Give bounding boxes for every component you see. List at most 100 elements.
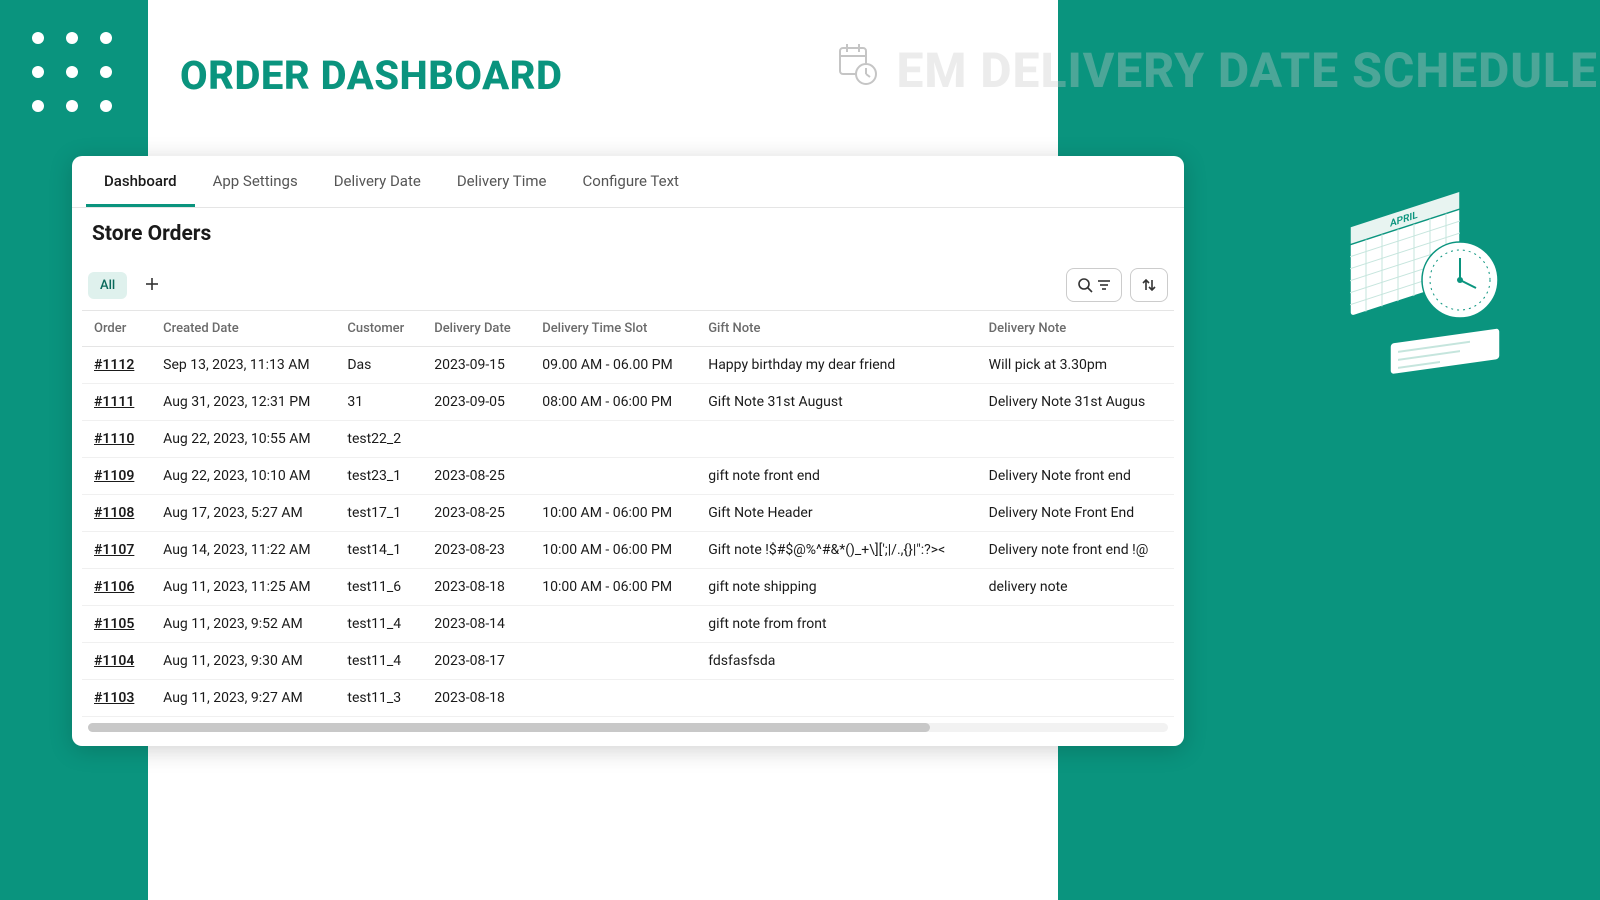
cell-customer: test11_3 [335,680,422,717]
cell-customer: Das [335,347,422,384]
table-row[interactable]: #1110 Aug 22, 2023, 10:55 AMtest22_2 [82,421,1174,458]
order-link[interactable]: #1105 [94,616,134,632]
cell-created: Sep 13, 2023, 11:13 AM [151,347,335,384]
cell-delivery-date: 2023-08-25 [422,495,530,532]
cell-time-slot [530,606,696,643]
table-row[interactable]: #1111Aug 31, 2023, 12:31 PM312023-09-050… [82,384,1174,421]
table-row[interactable]: #1112 Sep 13, 2023, 11:13 AMDas2023-09-15… [82,347,1174,384]
cell-delivery-note: Will pick at 3.30pm [977,347,1174,384]
horizontal-scrollbar[interactable] [88,723,1168,732]
cell-time-slot [530,680,696,717]
add-filter-button[interactable] [139,270,165,301]
cell-gift-note: Gift Note 31st August [696,384,976,421]
tab-app-settings[interactable]: App Settings [195,156,316,207]
order-link[interactable]: #1107 [94,542,134,558]
cell-delivery-note: Delivery Note Front End [977,495,1174,532]
section-title: Store Orders [72,208,1184,250]
cell-gift-note: gift note front end [696,458,976,495]
cell-customer: 31 [335,384,422,421]
tab-configure-text[interactable]: Configure Text [565,156,697,207]
col-customer[interactable]: Customer [335,311,422,347]
cell-customer: test17_1 [335,495,422,532]
col-created[interactable]: Created Date [151,311,335,347]
cell-created: Aug 11, 2023, 11:25 AM [151,569,335,606]
cell-delivery-note [977,421,1174,458]
tab-delivery-time[interactable]: Delivery Time [439,156,565,207]
cell-delivery-note: Delivery note front end !@ [977,532,1174,569]
calendar-clock-illustration: APRIL [1340,180,1520,384]
cell-time-slot: 10:00 AM - 06:00 PM [530,532,696,569]
order-link[interactable]: #1106 [94,579,134,595]
cell-delivery-date: 2023-08-18 [422,680,530,717]
order-link[interactable]: #1109 [94,468,134,484]
order-link[interactable]: #1104 [94,653,134,669]
page-title: ORDER DASHBOARD [180,52,562,99]
cell-delivery-date: 2023-08-14 [422,606,530,643]
cell-delivery-note: Delivery Note front end [977,458,1174,495]
table-row[interactable]: #1107Aug 14, 2023, 11:22 AMtest14_12023-… [82,532,1174,569]
cell-delivery-note: delivery note [977,569,1174,606]
cell-gift-note [696,680,976,717]
cell-delivery-note: Delivery Note 31st Augus [977,384,1174,421]
order-link[interactable]: #1111 [94,394,134,410]
cell-created: Aug 14, 2023, 11:22 AM [151,532,335,569]
order-link[interactable]: #1112 [94,357,134,373]
table-row[interactable]: #1103 Aug 11, 2023, 9:27 AMtest11_32023-0… [82,680,1174,717]
cell-delivery-date: 2023-08-17 [422,643,530,680]
decorative-dots-bottom-right [1480,764,1560,844]
cell-customer: test11_6 [335,569,422,606]
order-link[interactable]: #1103 [94,690,134,706]
cell-customer: test14_1 [335,532,422,569]
cell-gift-note: gift note from front [696,606,976,643]
table-row[interactable]: #1105Aug 11, 2023, 9:52 AMtest11_42023-0… [82,606,1174,643]
cell-time-slot [530,458,696,495]
order-link[interactable]: #1108 [94,505,134,521]
cell-time-slot [530,421,696,458]
plus-icon [145,277,159,291]
scrollbar-thumb[interactable] [88,723,930,732]
cell-gift-note [696,421,976,458]
cell-gift-note: Happy birthday my dear friend [696,347,976,384]
table-row[interactable]: #1106Aug 11, 2023, 11:25 AMtest11_62023-… [82,569,1174,606]
cell-delivery-date [422,421,530,458]
cell-created: Aug 22, 2023, 10:55 AM [151,421,335,458]
table-toolbar: All [82,268,1174,310]
tab-bar: Dashboard App Settings Delivery Date Del… [72,156,1184,208]
filter-lines-icon [1097,278,1111,292]
col-delivery-note[interactable]: Delivery Note [977,311,1174,347]
sort-arrows-icon [1141,277,1157,293]
cell-gift-note: Gift Note Header [696,495,976,532]
cell-created: Aug 17, 2023, 5:27 AM [151,495,335,532]
tab-delivery-date[interactable]: Delivery Date [316,156,439,207]
cell-gift-note: fdsfasfsda [696,643,976,680]
cell-created: Aug 31, 2023, 12:31 PM [151,384,335,421]
cell-delivery-note [977,680,1174,717]
search-filter-button[interactable] [1066,268,1122,302]
cell-gift-note: Gift note !$#$@%^#&*()_+\][';|/.,{}|":?>… [696,532,976,569]
filter-chip-all[interactable]: All [88,272,127,299]
search-icon [1077,277,1093,293]
order-link[interactable]: #1110 [94,431,134,447]
cell-created: Aug 11, 2023, 9:27 AM [151,680,335,717]
cell-delivery-note [977,606,1174,643]
table-row[interactable]: #1109Aug 22, 2023, 10:10 AMtest23_12023-… [82,458,1174,495]
cell-created: Aug 11, 2023, 9:52 AM [151,606,335,643]
sort-button[interactable] [1130,268,1168,302]
orders-table: Order Created Date Customer Delivery Dat… [82,310,1174,717]
cell-gift-note: gift note shipping [696,569,976,606]
cell-customer: test11_4 [335,643,422,680]
col-delivery-date[interactable]: Delivery Date [422,311,530,347]
ghost-app-title: EM DELIVERY DATE SCHEDULER [896,42,1600,99]
cell-delivery-note [977,643,1174,680]
cell-time-slot: 09.00 AM - 06.00 PM [530,347,696,384]
col-order[interactable]: Order [82,311,151,347]
col-time-slot[interactable]: Delivery Time Slot [530,311,696,347]
cell-created: Aug 22, 2023, 10:10 AM [151,458,335,495]
cell-delivery-date: 2023-09-15 [422,347,530,384]
table-row[interactable]: #1108 Aug 17, 2023, 5:27 AMtest17_12023-0… [82,495,1174,532]
col-gift-note[interactable]: Gift Note [696,311,976,347]
cell-customer: test22_2 [335,421,422,458]
tab-dashboard[interactable]: Dashboard [86,156,195,207]
cell-time-slot [530,643,696,680]
table-row[interactable]: #1104Aug 11, 2023, 9:30 AMtest11_42023-0… [82,643,1174,680]
